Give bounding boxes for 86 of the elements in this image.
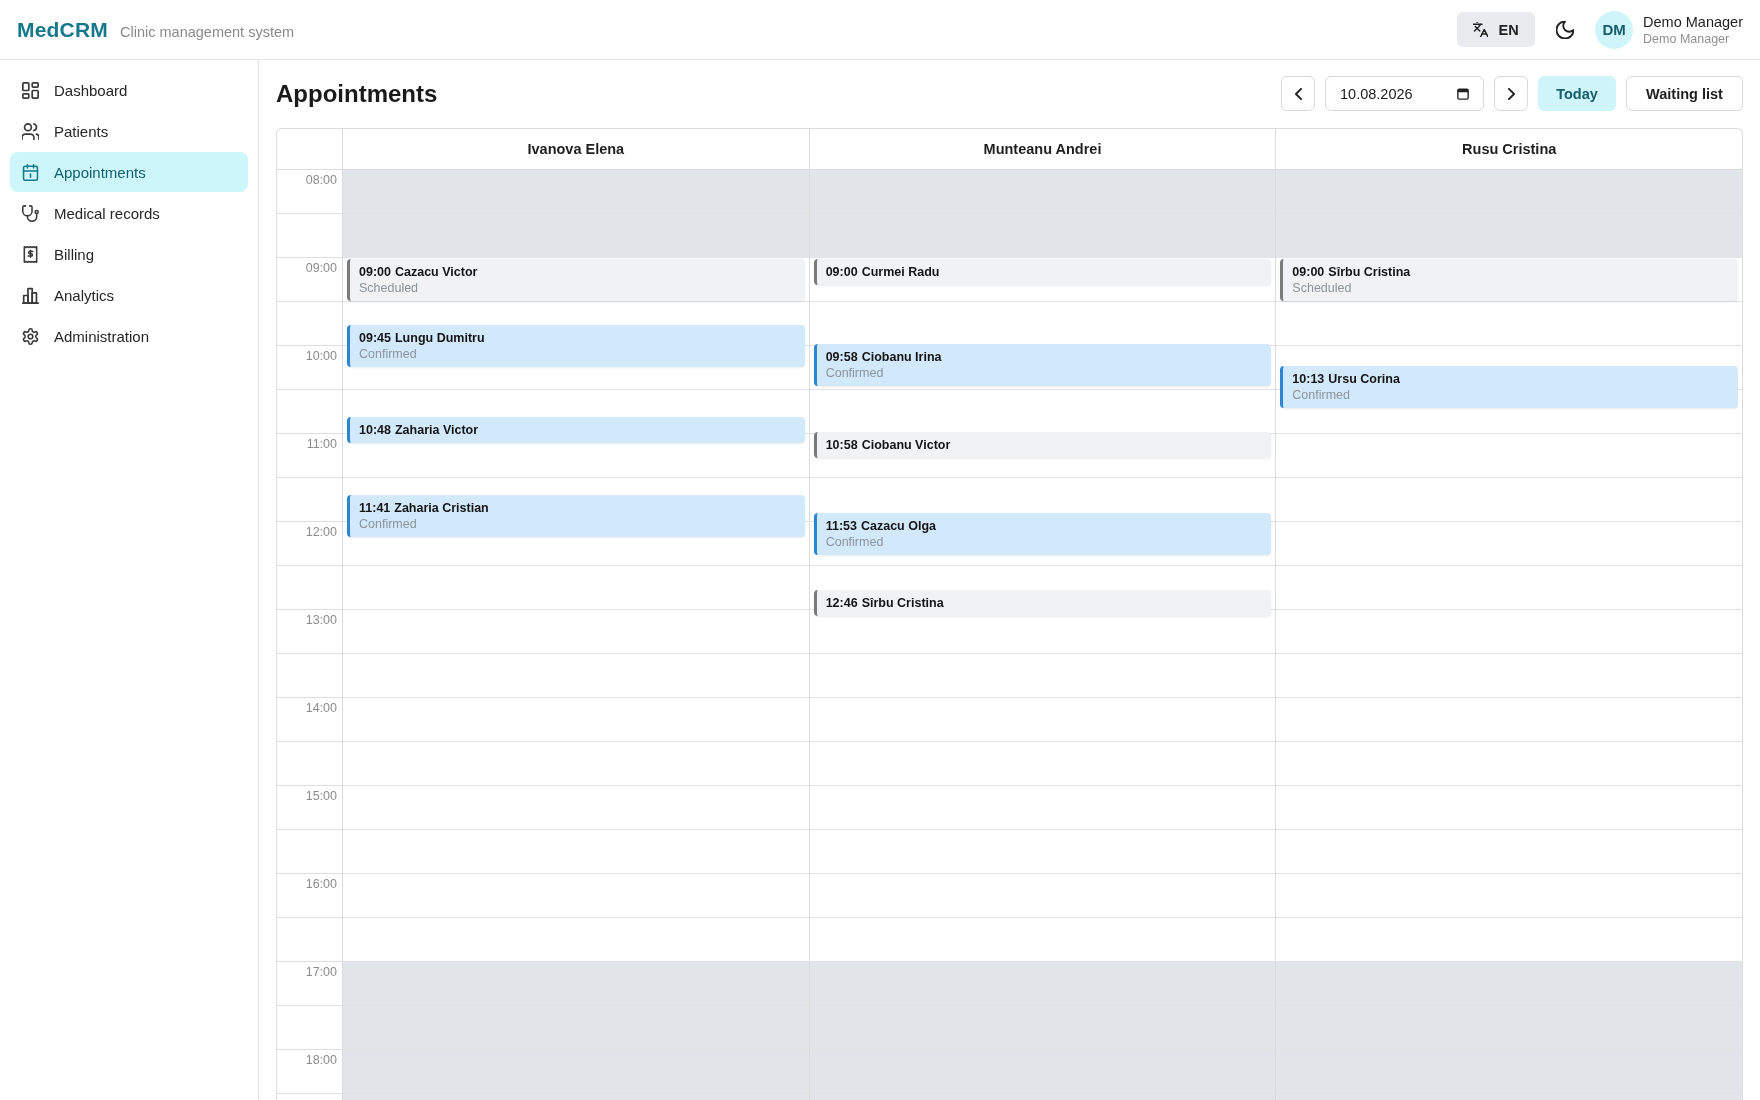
users-icon	[22, 122, 39, 140]
patient-name: Zaharia Cristian	[394, 500, 489, 517]
app-subtitle: Clinic management system	[120, 23, 295, 40]
patient-name: Cazacu Olga	[860, 517, 936, 534]
time-label: 18:00	[305, 1053, 337, 1067]
patient-name: Cazacu Victor	[395, 264, 478, 280]
appointment-card[interactable]: 09:45 Lungu Dumitru Confirmed	[347, 325, 805, 367]
calendar-icon	[22, 163, 39, 181]
appointment-card[interactable]: 09:00 Sîrbu Cristina Scheduled	[1280, 259, 1738, 301]
previous-day-button[interactable]	[1281, 76, 1315, 111]
grid-icon	[22, 81, 39, 99]
appointment-card[interactable]: 11:53 Cazacu Olga Confirmed	[813, 512, 1272, 555]
sidebar-item[interactable]: Appointments	[10, 152, 248, 192]
appointment-time: 10:13	[1292, 371, 1325, 388]
time-label: 08:00	[305, 173, 337, 187]
waiting-list-button[interactable]: Waiting list	[1626, 76, 1743, 111]
column-header: Rusu Cristina	[1461, 140, 1558, 159]
receipt-icon	[22, 245, 39, 263]
patient-name: Lungu Dumitru	[395, 330, 485, 346]
appointment-status: Scheduled	[1292, 280, 1353, 296]
calendar-icon	[1457, 87, 1469, 100]
appointment-status: Confirmed	[359, 346, 418, 362]
appointment-status: Confirmed	[1292, 387, 1351, 404]
user-avatar[interactable]: DM	[1595, 10, 1634, 49]
language-button[interactable]: EN	[1457, 12, 1536, 47]
appointment-time: 10:48	[359, 422, 391, 439]
appointment-status: Scheduled	[359, 280, 420, 296]
sidebar-item[interactable]: Patients	[10, 111, 248, 151]
column-header: Ivanova Elena	[343, 129, 810, 169]
appointment-card[interactable]: 09:00 Curmei Radu	[813, 259, 1272, 285]
sidebar-item[interactable]: Medical records	[10, 193, 248, 233]
appointment-time: 11:41	[359, 500, 391, 517]
patient-name: Sîrbu Cristina	[861, 595, 944, 612]
appointment-status: Confirmed	[825, 365, 885, 382]
bar-chart-icon	[22, 286, 39, 304]
sidebar-item[interactable]: Analytics	[10, 275, 248, 315]
chevron-right-icon	[1507, 87, 1515, 100]
user-role: Demo Manager	[1643, 31, 1731, 46]
date-field[interactable]: 10.08.2026	[1325, 76, 1484, 111]
appointment-card[interactable]: 10:13 Ursu Corina Confirmed	[1280, 366, 1738, 409]
appointment-card[interactable]: 09:58 Ciobanu Irina Confirmed	[813, 344, 1272, 387]
patient-name: Sîrbu Cristina	[1328, 264, 1411, 280]
next-day-button[interactable]	[1494, 76, 1528, 111]
time-label: 17:00	[305, 965, 337, 979]
appointment-card[interactable]: 12:46 Sîrbu Cristina	[813, 590, 1272, 617]
appointment-time: 11:53	[825, 517, 857, 534]
appointment-time: 09:00	[359, 264, 391, 280]
patient-name: Ciobanu Irina	[861, 349, 942, 366]
patient-name: Ursu Corina	[1328, 371, 1400, 388]
appointment-status: Confirmed	[825, 533, 885, 550]
theme-toggle-button[interactable]	[1555, 19, 1576, 40]
time-label: 10:00	[305, 349, 337, 363]
sidebar-item[interactable]: Administration	[10, 316, 248, 356]
appointment-time: 10:58	[825, 437, 858, 454]
time-label: 09:00	[305, 261, 337, 275]
appointment-time: 09:45	[359, 330, 391, 346]
stethoscope-icon	[22, 204, 39, 222]
time-label: 11:00	[306, 437, 337, 451]
today-button[interactable]: Today	[1538, 76, 1616, 111]
appointment-card[interactable]: 09:00 Cazacu Victor Scheduled	[347, 259, 805, 301]
patient-name: Zaharia Victor	[395, 422, 479, 439]
page-title: Appointments	[276, 79, 438, 108]
chevron-left-icon	[1294, 87, 1302, 100]
appointment-time: 09:00	[1292, 264, 1325, 280]
time-label: 16:00	[305, 877, 337, 891]
time-label: 15:00	[305, 789, 337, 803]
sidebar-item[interactable]: Dashboard	[10, 70, 248, 110]
settings-icon	[22, 327, 39, 345]
column-header: Munteanu Andrei	[809, 129, 1277, 169]
appointment-time: 09:00	[825, 264, 858, 280]
time-label: 13:00	[305, 613, 337, 627]
patient-name: Ciobanu Victor	[861, 437, 951, 454]
appointment-card[interactable]: 11:41 Zaharia Cristian Confirmed	[347, 495, 805, 538]
appointment-card[interactable]: 10:48 Zaharia Victor	[347, 417, 805, 444]
user-name: Demo Manager	[1643, 13, 1743, 30]
moon-icon	[1556, 20, 1575, 39]
sidebar-item[interactable]: Billing	[10, 234, 248, 274]
time-label: 12:00	[305, 525, 337, 539]
appointment-card[interactable]: 10:58 Ciobanu Victor	[813, 432, 1272, 459]
appointment-status: Confirmed	[359, 516, 418, 533]
appointment-time: 09:58	[825, 349, 858, 366]
patient-name: Curmei Radu	[861, 264, 940, 280]
translate-icon	[1473, 22, 1489, 37]
logo-text[interactable]: MedCRM	[17, 17, 109, 42]
appointment-time: 12:46	[825, 595, 858, 612]
time-label: 14:00	[305, 701, 337, 715]
